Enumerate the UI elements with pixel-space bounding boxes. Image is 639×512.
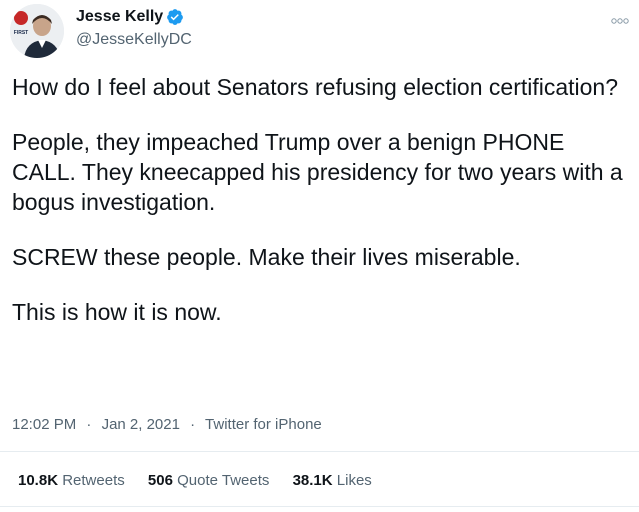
quote-tweets-label: Quote Tweets xyxy=(177,472,270,489)
avatar[interactable]: FIRST xyxy=(10,4,64,58)
retweets-count: 10.8K xyxy=(18,472,59,489)
user-handle[interactable]: @JesseKellyDC xyxy=(76,31,192,49)
quote-tweets-stat[interactable]: 506 Quote Tweets xyxy=(148,472,269,489)
divider xyxy=(0,506,639,507)
engagement-stats: 10.8K Retweets 506 Quote Tweets 38.1K Li… xyxy=(18,472,391,489)
verified-badge-icon xyxy=(166,8,184,26)
display-name[interactable]: Jesse Kelly xyxy=(76,8,163,26)
tweet-paragraph: SCREW these people. Make their lives mis… xyxy=(12,244,521,270)
divider xyxy=(0,451,639,452)
meta-separator: · xyxy=(86,416,92,433)
meta-separator: · xyxy=(190,416,196,433)
tweet-date[interactable]: Jan 2, 2021 xyxy=(102,416,180,433)
likes-count: 38.1K xyxy=(292,472,333,489)
likes-stat[interactable]: 38.1K Likes xyxy=(293,472,372,489)
svg-text:FIRST: FIRST xyxy=(14,30,28,36)
likes-label: Likes xyxy=(336,472,372,489)
author-name-row[interactable]: Jesse Kelly xyxy=(76,8,184,26)
tweet-source[interactable]: Twitter for iPhone xyxy=(205,416,322,433)
quote-tweets-count: 506 xyxy=(147,472,173,489)
tweet-paragraph: How do I feel about Senators refusing el… xyxy=(12,74,619,100)
retweets-stat[interactable]: 10.8K Retweets xyxy=(18,472,125,489)
tweet-paragraph: This is how it is now. xyxy=(12,299,222,325)
tweet-text: How do I feel about Senators refusing el… xyxy=(12,72,627,327)
tweet-card: FIRST Jesse Kelly @JesseKellyDC How do I… xyxy=(0,0,639,512)
retweets-label: Retweets xyxy=(62,472,125,489)
tweet-metadata: 12:02 PM · Jan 2, 2021 · Twitter for iPh… xyxy=(12,416,322,433)
tweet-paragraph: People, they impeached Trump over a beni… xyxy=(12,129,623,215)
tweet-time[interactable]: 12:02 PM xyxy=(12,416,76,433)
more-options-icon[interactable] xyxy=(611,12,629,24)
